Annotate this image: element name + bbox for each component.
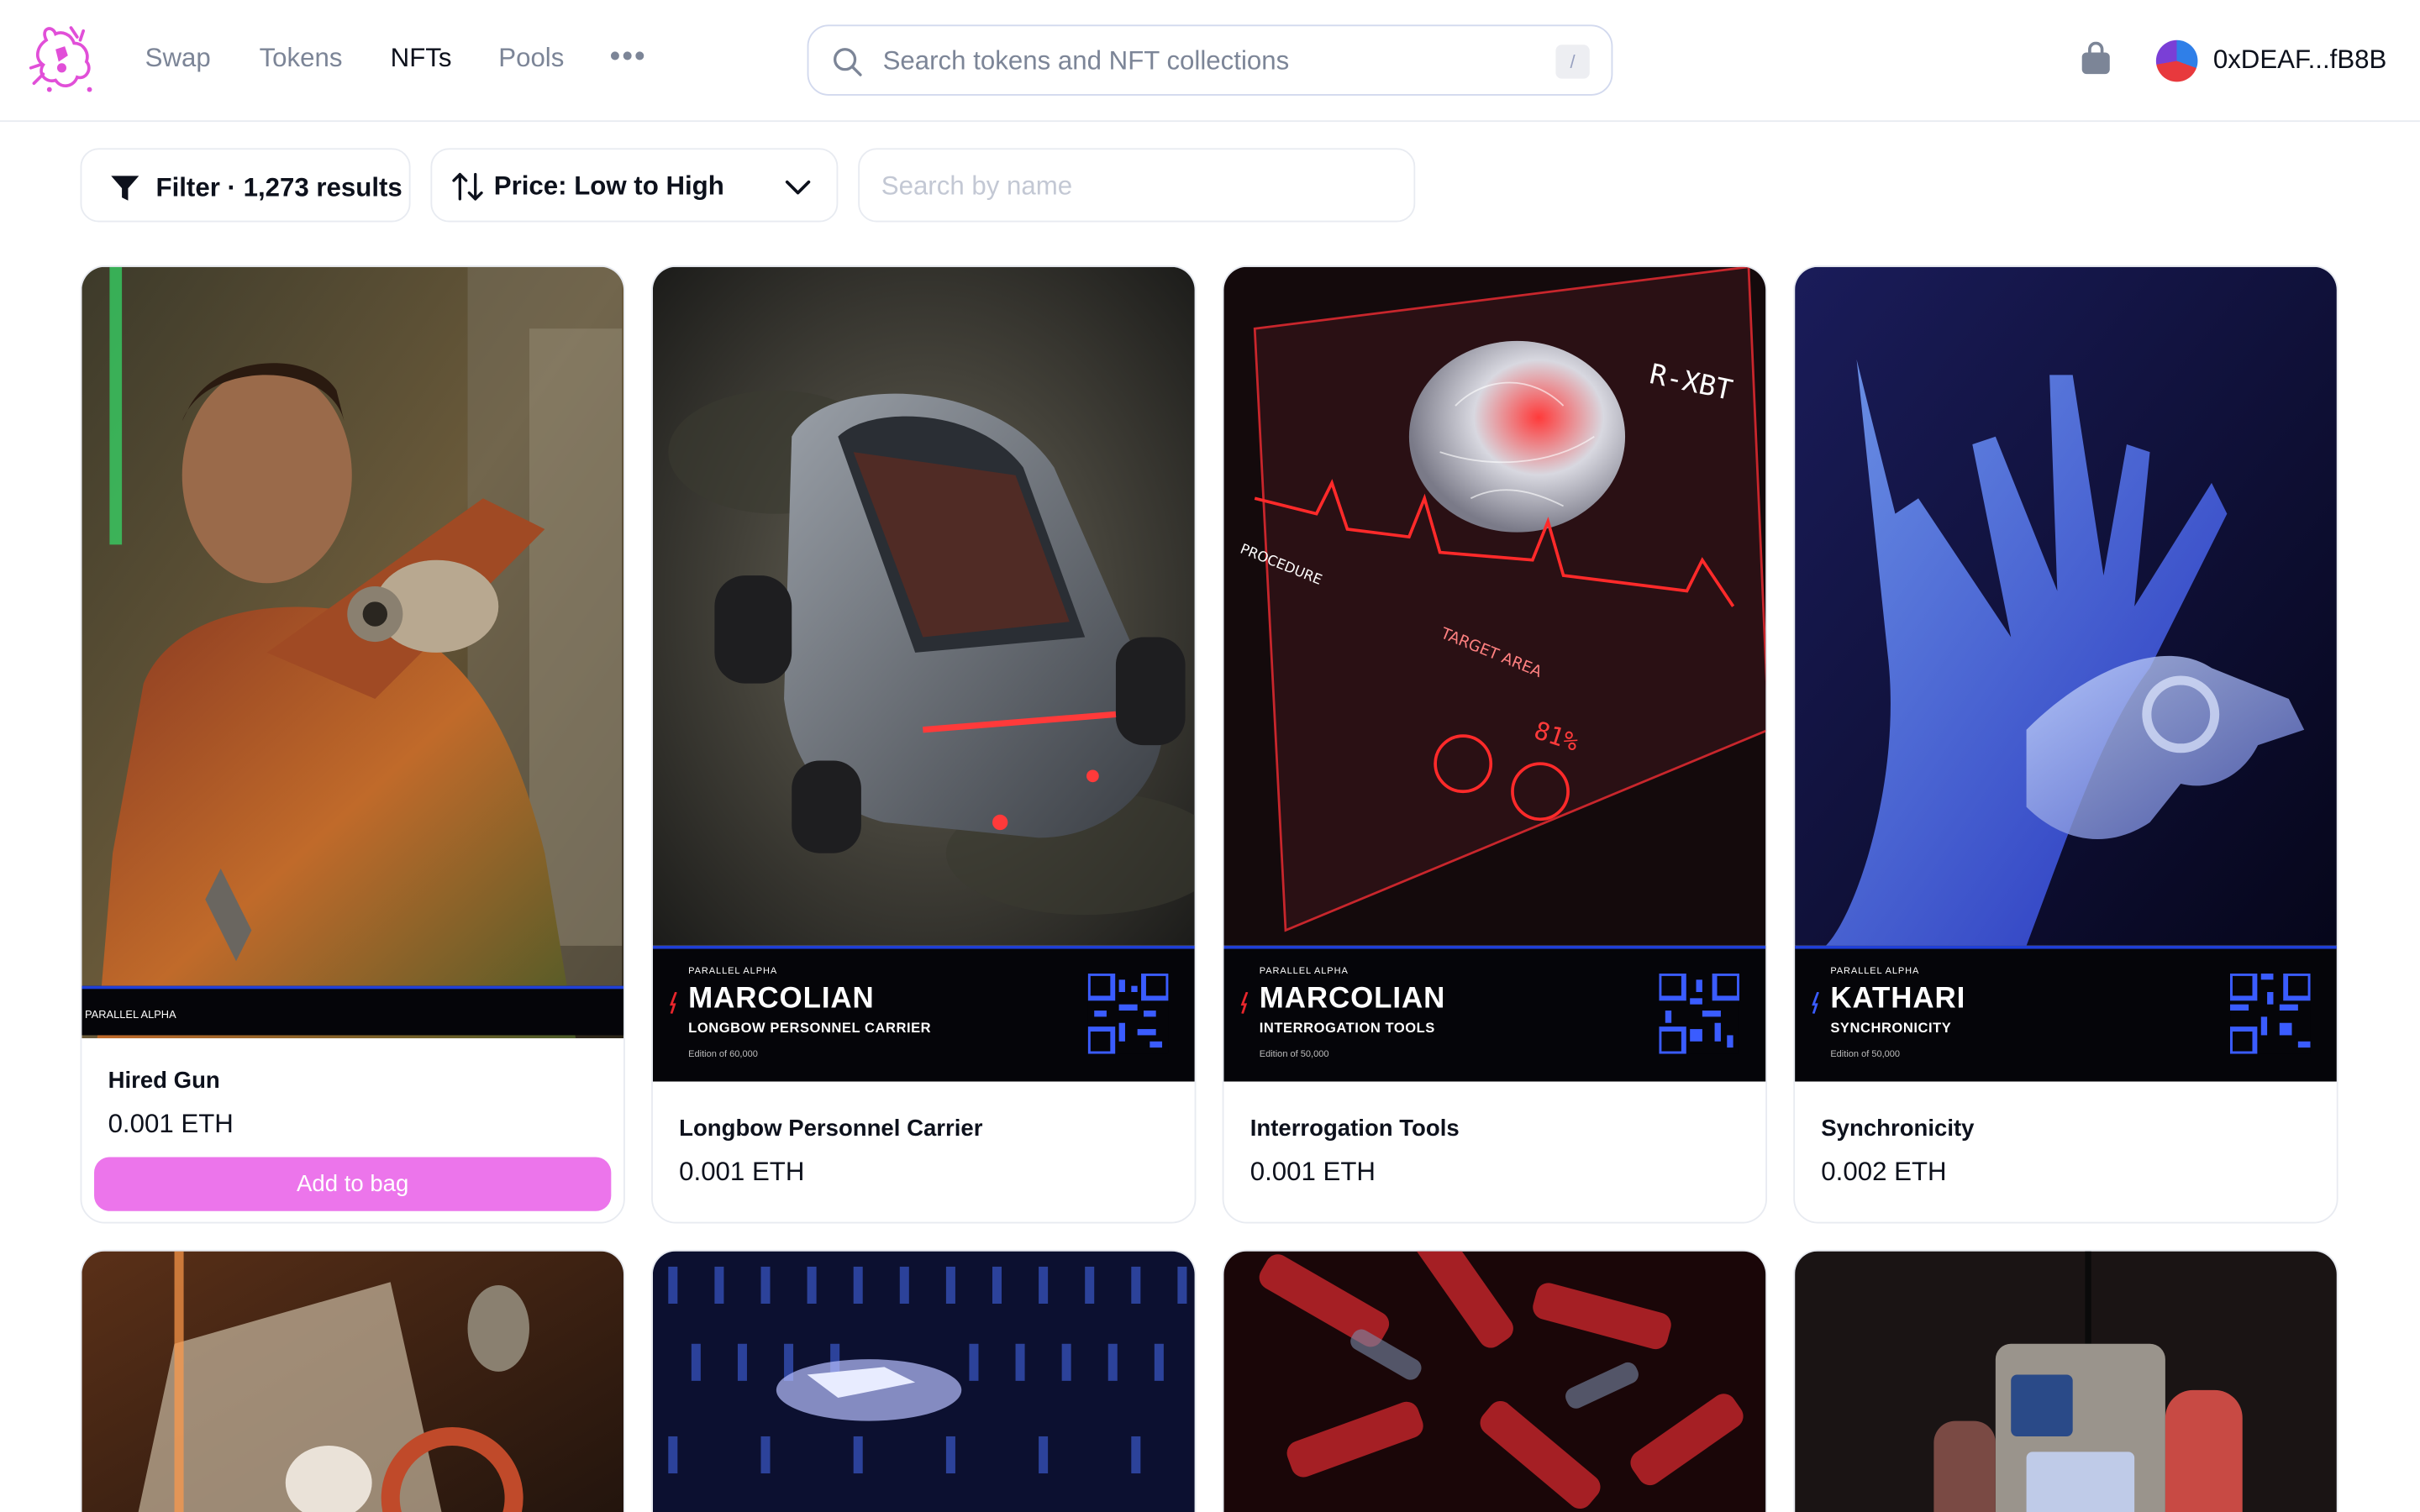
nft-card[interactable]: R-XBT PROCEDURE TARGET AREA 81% PARALLEL…: [1222, 265, 1768, 1224]
nft-card[interactable]: PARALLEL ALPHA KATHARI SYNCHRONICITY Edi…: [1793, 265, 2338, 1224]
search-shortcut-key: /: [1555, 45, 1590, 79]
card-band: PARALLEL ALPHA: [82, 985, 624, 1036]
nav-nfts[interactable]: NFTs: [391, 43, 452, 74]
faction-mark-icon: [1812, 991, 1819, 1014]
qr-code-icon: [2230, 973, 2311, 1054]
nft-price: 0.001 ETH: [679, 1157, 805, 1187]
band-subtitle: LONGBOW PERSONNEL CARRIER: [688, 1020, 932, 1036]
nft-image: [1795, 266, 2337, 946]
top-nav: Swap Tokens NFTs Pools ••• / 0xDEAF...fB…: [0, 0, 2420, 123]
search-input[interactable]: [882, 41, 1532, 82]
band-collection: PARALLEL ALPHA: [688, 967, 778, 977]
faction-mark-icon: [1240, 991, 1249, 1014]
sort-label: Price: Low to High: [493, 171, 724, 201]
nft-image: [82, 266, 624, 1039]
more-menu-icon[interactable]: •••: [609, 40, 646, 76]
chevron-down-icon: [785, 180, 811, 195]
band-title: MARCOLIAN: [1259, 982, 1446, 1016]
nav-pools[interactable]: Pools: [498, 43, 564, 74]
filter-button[interactable]: Filter · 1,273 results: [80, 148, 411, 223]
nft-name: Synchronicity: [1821, 1115, 1975, 1142]
nft-price: 0.002 ETH: [1821, 1157, 1947, 1187]
band-subtitle: INTERROGATION TOOLS: [1259, 1020, 1435, 1036]
add-to-bag-button[interactable]: Add to bag: [94, 1157, 612, 1211]
card-band: PARALLEL ALPHA KATHARI SYNCHRONICITY Edi…: [1795, 945, 2337, 1082]
nft-card[interactable]: PARALLEL ALPHA Hired Gun 0.001 ETH Add t…: [80, 265, 625, 1224]
band-subtitle: SYNCHRONICITY: [1830, 1020, 1952, 1036]
card-band: PARALLEL ALPHA MARCOLIAN INTERROGATION T…: [1223, 945, 1766, 1082]
sort-arrows-icon: [452, 172, 483, 201]
nft-image: R-XBT PROCEDURE TARGET AREA 81%: [1223, 266, 1766, 946]
nft-image: [82, 1251, 624, 1512]
nft-card[interactable]: PARALLEL ALPHA MARCOLIAN LONGBOW PERSONN…: [651, 265, 1197, 1224]
filter-label: Filter · 1,273 results: [155, 172, 402, 202]
nft-card[interactable]: [1222, 1249, 1768, 1512]
nft-card[interactable]: [80, 1249, 625, 1512]
qr-code-icon: [1087, 973, 1169, 1054]
name-search[interactable]: [858, 148, 1416, 223]
band-edition: Edition of 50,000: [1830, 1050, 1901, 1060]
nft-image: [652, 1251, 1195, 1512]
filter-icon: [111, 176, 139, 201]
band-title: KATHARI: [1830, 982, 1966, 1016]
search-icon: [834, 48, 862, 76]
nft-name: Hired Gun: [108, 1067, 220, 1095]
unicorn-logo-icon[interactable]: [24, 22, 95, 96]
nft-price: 0.001 ETH: [1249, 1157, 1376, 1187]
card-band: PARALLEL ALPHA MARCOLIAN LONGBOW PERSONN…: [652, 945, 1195, 1082]
name-search-input[interactable]: [881, 168, 1391, 206]
nft-name: Interrogation Tools: [1249, 1115, 1460, 1142]
nft-image: [652, 266, 1195, 946]
shopping-bag-icon[interactable]: [2079, 41, 2112, 76]
nft-image: [1223, 1251, 1766, 1512]
nft-card[interactable]: [651, 1249, 1197, 1512]
band-title: MARCOLIAN: [688, 982, 875, 1016]
nft-price: 0.001 ETH: [108, 1109, 234, 1139]
avatar: [2155, 39, 2198, 82]
qr-code-icon: [1659, 973, 1739, 1054]
band-edition: Edition of 50,000: [1259, 1050, 1329, 1060]
wallet-address: 0xDEAF...fB8B: [2212, 45, 2387, 75]
nav-tokens[interactable]: Tokens: [260, 43, 343, 74]
nft-name: Longbow Personnel Carrier: [679, 1115, 983, 1142]
band-edition: Edition of 60,000: [688, 1050, 758, 1060]
sort-dropdown[interactable]: Price: Low to High: [430, 148, 839, 223]
faction-mark-icon: [670, 991, 677, 1014]
nav-swap[interactable]: Swap: [145, 43, 211, 74]
nft-card[interactable]: [1793, 1249, 2338, 1512]
band-collection: PARALLEL ALPHA: [1830, 967, 1920, 977]
band-label: PARALLEL ALPHA: [85, 1011, 176, 1021]
band-collection: PARALLEL ALPHA: [1259, 967, 1349, 977]
global-search[interactable]: /: [807, 24, 1613, 96]
nft-image: [1795, 1251, 2337, 1512]
